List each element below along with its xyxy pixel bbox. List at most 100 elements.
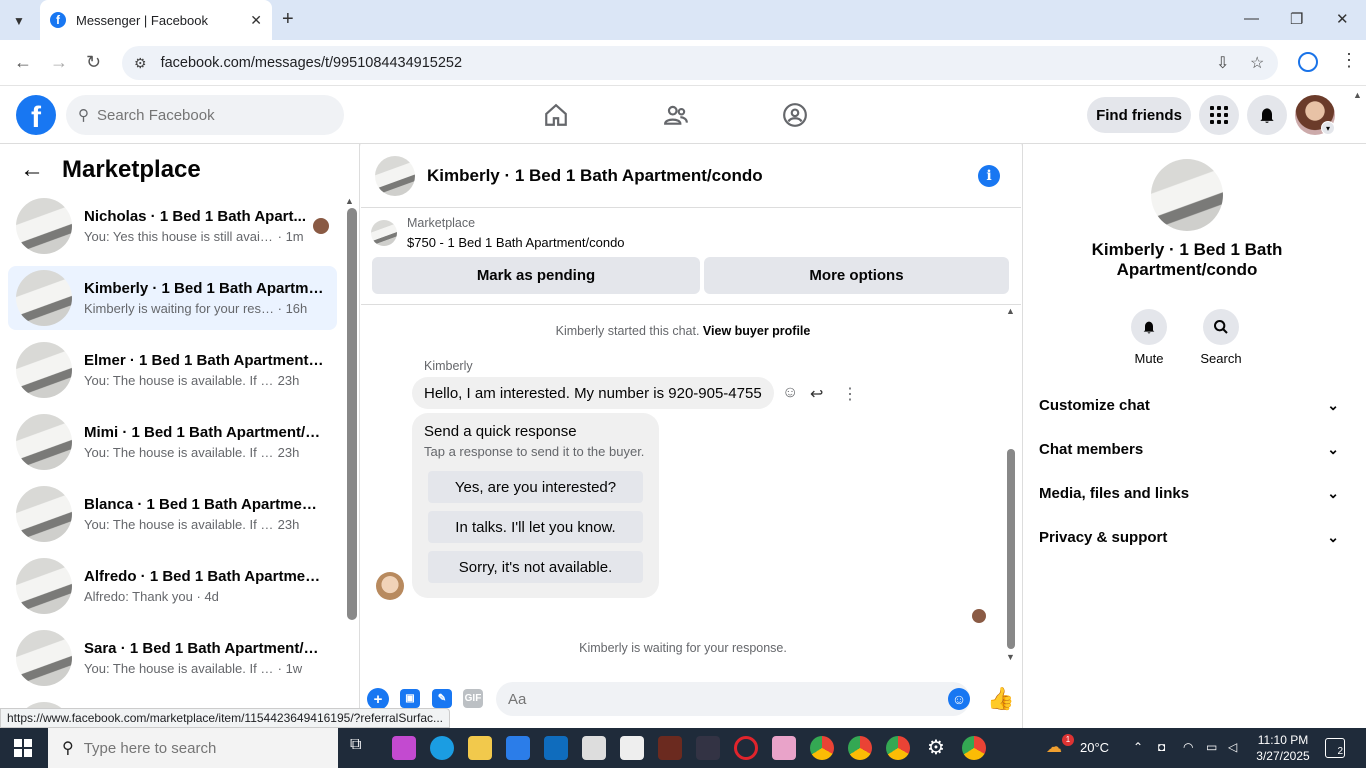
- close-window-icon[interactable]: ✕: [1336, 10, 1349, 28]
- more-options-button[interactable]: More options: [704, 257, 1009, 294]
- conversation-item[interactable]: Blanca · 1 Bed 1 Bath Apartment... You: …: [8, 482, 337, 546]
- search-icon[interactable]: [1203, 309, 1239, 345]
- weather-icon[interactable]: ☁: [1046, 737, 1062, 757]
- sticker-icon[interactable]: ✎: [432, 689, 452, 708]
- friends-icon[interactable]: [661, 100, 691, 130]
- new-tab-icon[interactable]: +: [282, 8, 294, 31]
- taskbar-search[interactable]: ⚲: [48, 728, 338, 768]
- page-scroll-up-icon[interactable]: ▲: [1353, 90, 1362, 100]
- app-icon[interactable]: [772, 736, 796, 760]
- facebook-search[interactable]: ⚲: [66, 95, 344, 135]
- facebook-search-input[interactable]: [97, 106, 317, 124]
- menu-grid-icon[interactable]: [1199, 95, 1239, 135]
- conversation-item[interactable]: Nicholas · 1 Bed 1 Bath Apart... You: Ye…: [8, 194, 337, 258]
- quick-reply-button[interactable]: Sorry, it's not available.: [428, 551, 643, 583]
- chat-thumbnail[interactable]: [375, 155, 415, 196]
- message-input-box[interactable]: [496, 682, 970, 716]
- bell-icon[interactable]: [1131, 309, 1167, 345]
- chrome-icon[interactable]: [962, 736, 986, 760]
- privacy-support-row[interactable]: Privacy & support ⌄: [1039, 517, 1339, 557]
- sender-avatar[interactable]: [376, 572, 404, 600]
- view-buyer-profile-link[interactable]: View buyer profile: [703, 324, 810, 338]
- more-actions-icon[interactable]: ⋮: [842, 384, 858, 404]
- chat-title[interactable]: Kimberly · 1 Bed 1 Bath Apartment/condo: [427, 166, 763, 186]
- settings-gear-icon[interactable]: ⚙: [924, 736, 948, 760]
- volume-icon[interactable]: ◁: [1228, 740, 1237, 754]
- emoji-icon[interactable]: ☺: [948, 688, 970, 710]
- chat-members-row[interactable]: Chat members ⌄: [1039, 429, 1339, 469]
- outlook-icon[interactable]: [544, 736, 568, 760]
- url-field[interactable]: ⚙ facebook.com/messages/t/99510844349152…: [122, 46, 1278, 80]
- weather-temperature[interactable]: 20°C: [1080, 740, 1109, 755]
- conversation-item-selected[interactable]: Kimberly · 1 Bed 1 Bath Apartme... Kimbe…: [8, 266, 337, 330]
- battery-icon[interactable]: ▭: [1206, 740, 1217, 754]
- notification-center-icon[interactable]: 2: [1325, 738, 1345, 758]
- gif-icon[interactable]: GIF: [463, 689, 483, 708]
- mute-action[interactable]: Mute: [1124, 309, 1174, 366]
- customize-chat-row[interactable]: Customize chat ⌄: [1039, 385, 1339, 425]
- opera-icon[interactable]: [734, 736, 758, 760]
- store-icon[interactable]: [506, 736, 530, 760]
- browser-tab-messenger[interactable]: f Messenger | Facebook ✕: [40, 0, 272, 40]
- thumbs-up-icon[interactable]: 👍: [987, 686, 1014, 712]
- scroll-up-arrow-icon[interactable]: ▲: [345, 196, 354, 206]
- home-icon[interactable]: [541, 100, 571, 130]
- app-icon[interactable]: [658, 736, 682, 760]
- file-explorer-icon[interactable]: [468, 736, 492, 760]
- media-files-links-row[interactable]: Media, files and links ⌄: [1039, 473, 1339, 513]
- windows-start-icon[interactable]: [14, 739, 32, 757]
- quick-reply-button[interactable]: Yes, are you interested?: [428, 471, 643, 503]
- conversation-item[interactable]: Elmer · 1 Bed 1 Bath Apartment/... You: …: [8, 338, 337, 402]
- back-icon[interactable]: ←: [14, 52, 32, 73]
- info-icon[interactable]: i: [978, 165, 1000, 187]
- chrome-icon[interactable]: [810, 736, 834, 760]
- bookmark-star-icon[interactable]: ☆: [1250, 53, 1264, 73]
- tab-list-dropdown-icon[interactable]: ▼: [8, 10, 30, 32]
- back-arrow-icon[interactable]: ←: [20, 156, 44, 184]
- app-icon[interactable]: [620, 736, 644, 760]
- forward-icon[interactable]: →: [50, 52, 68, 73]
- conversation-item[interactable]: Sara · 1 Bed 1 Bath Apartment/c... You: …: [8, 626, 337, 690]
- chat-scroll-down-icon[interactable]: ▼: [1006, 652, 1015, 662]
- conversation-list-scrollbar[interactable]: [347, 208, 357, 620]
- more-actions-plus-icon[interactable]: +: [367, 688, 389, 710]
- network-icon[interactable]: ◠: [1183, 740, 1193, 754]
- restore-icon[interactable]: ❐: [1290, 10, 1303, 28]
- message-input[interactable]: [508, 690, 928, 708]
- browser-profile-icon[interactable]: [1298, 52, 1318, 72]
- task-view-icon[interactable]: ⧉: [350, 736, 374, 760]
- reply-icon[interactable]: ↩: [810, 384, 823, 404]
- edge-icon[interactable]: [430, 736, 454, 760]
- react-emoji-icon[interactable]: ☺: [782, 384, 798, 402]
- notifications-bell-icon[interactable]: [1247, 95, 1287, 135]
- listing-summary[interactable]: Marketplace $750 - 1 Bed 1 Bath Apartmen…: [371, 216, 625, 250]
- copilot-icon[interactable]: [392, 736, 416, 760]
- chat-scroll-up-icon[interactable]: ▲: [1006, 306, 1015, 316]
- search-action[interactable]: Search: [1196, 309, 1246, 366]
- conversation-item[interactable]: Alfredo · 1 Bed 1 Bath Apartmen... Alfre…: [8, 554, 337, 618]
- taskbar-clock[interactable]: 11:10 PM 3/27/2025: [1253, 732, 1313, 764]
- taskbar-search-input[interactable]: [83, 739, 284, 757]
- install-app-icon[interactable]: ⇩: [1216, 53, 1229, 73]
- conversation-item[interactable]: Mimi · 1 Bed 1 Bath Apartment/c... You: …: [8, 410, 337, 474]
- facebook-logo-icon[interactable]: f: [16, 95, 56, 135]
- browser-menu-icon[interactable]: ⋮: [1340, 50, 1358, 71]
- account-chevron-icon[interactable]: ▾: [1321, 121, 1335, 135]
- minimize-icon[interactable]: —: [1244, 10, 1259, 27]
- mark-as-pending-button[interactable]: Mark as pending: [372, 257, 700, 294]
- meet-now-icon[interactable]: ◘: [1158, 740, 1165, 754]
- app-icon[interactable]: [696, 736, 720, 760]
- quick-reply-button[interactable]: In talks. I'll let you know.: [428, 511, 643, 543]
- close-tab-icon[interactable]: ✕: [250, 12, 262, 29]
- attach-photo-icon[interactable]: ▣: [400, 689, 420, 708]
- chat-scrollbar[interactable]: [1007, 449, 1015, 649]
- groups-icon[interactable]: [780, 100, 810, 130]
- chrome-icon[interactable]: [848, 736, 872, 760]
- chrome-icon[interactable]: [886, 736, 910, 760]
- details-thumbnail[interactable]: [1151, 159, 1223, 231]
- tray-chevron-icon[interactable]: ⌃: [1133, 740, 1143, 754]
- site-info-icon[interactable]: ⚙: [134, 55, 147, 72]
- app-icon[interactable]: [582, 736, 606, 760]
- reload-icon[interactable]: ↻: [86, 52, 101, 73]
- message-bubble[interactable]: Hello, I am interested. My number is 920…: [412, 377, 774, 409]
